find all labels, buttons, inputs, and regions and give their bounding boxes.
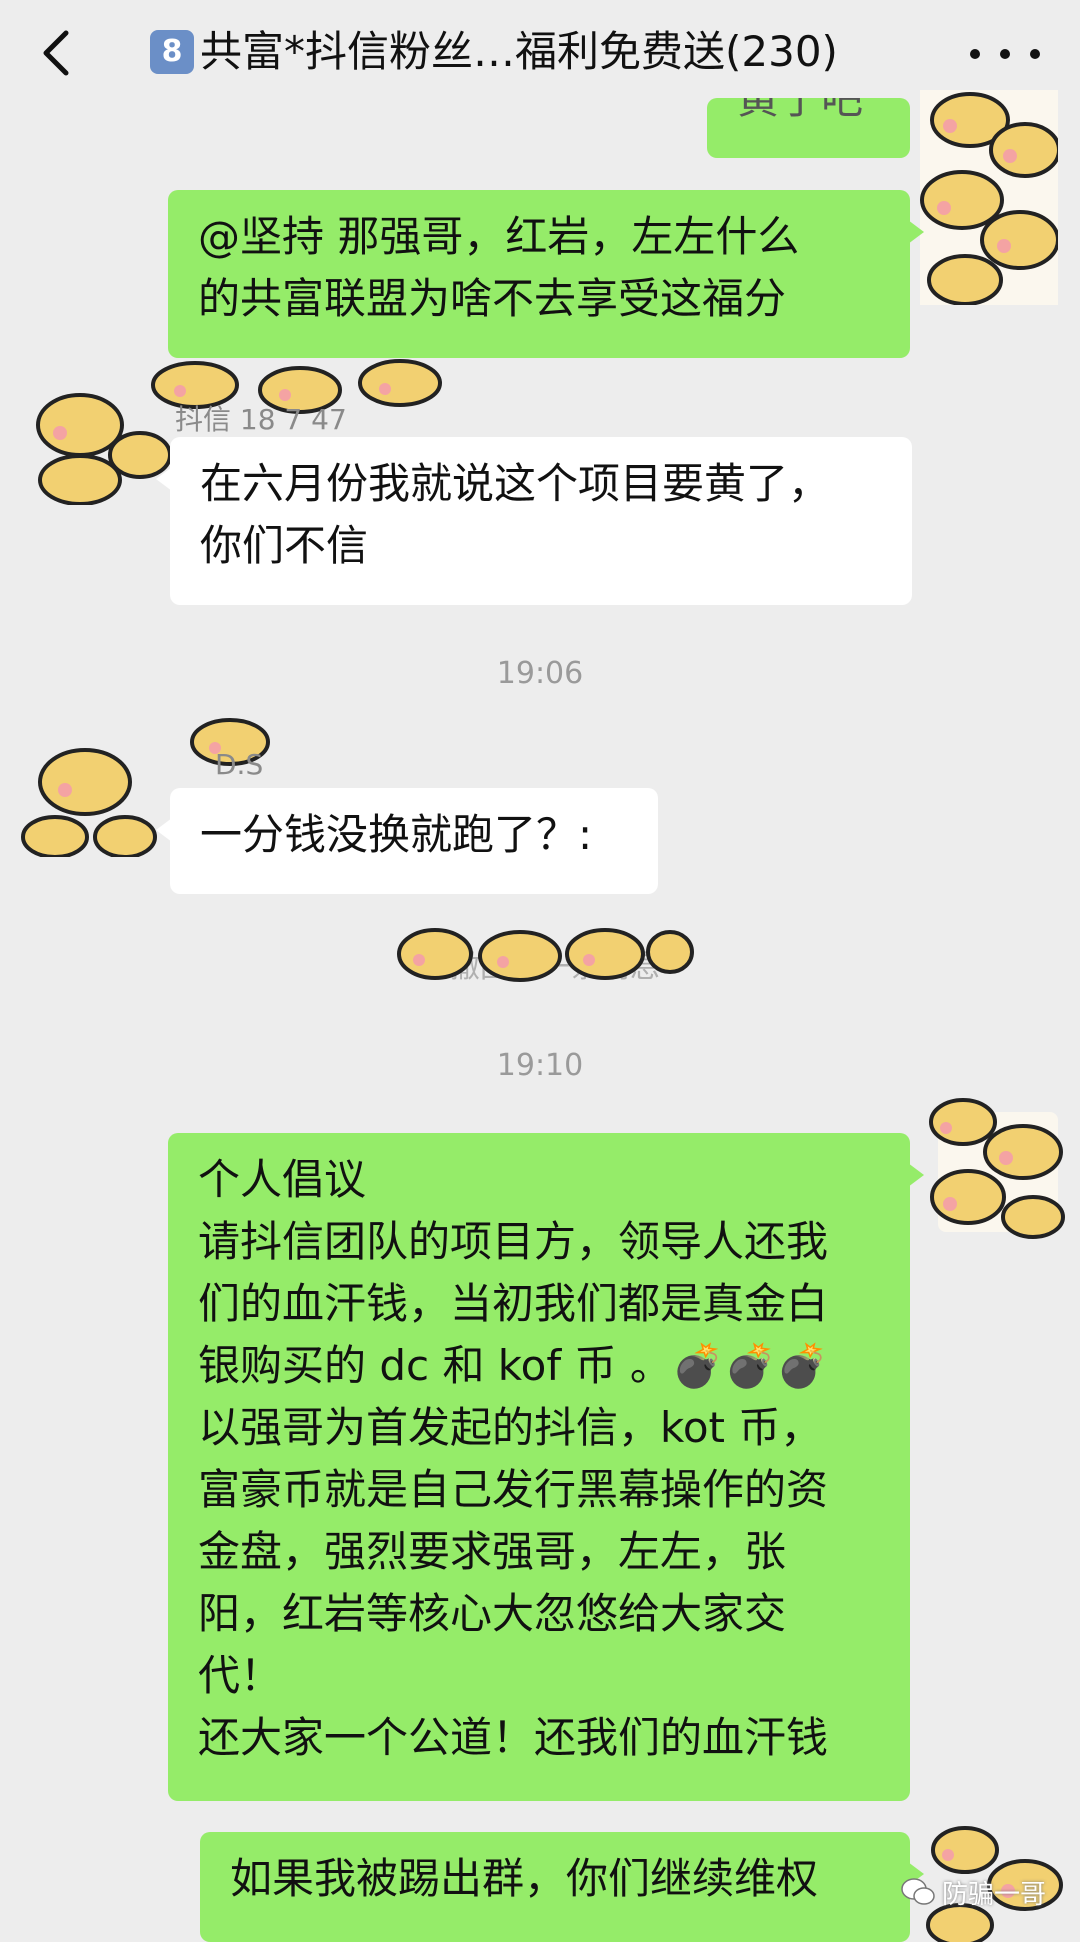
avatar-sticker — [920, 90, 1058, 305]
avatar-sticker — [918, 1092, 1068, 1242]
chat-title-text: 共富*抖信粉丝…福利免费送(230) — [200, 27, 838, 76]
timestamp: 19:06 — [496, 656, 584, 691]
bomb-emoji-icon: 💣💣💣 — [671, 1341, 829, 1390]
message-bubble-sent[interactable]: 个人倡议 请抖信团队的项目方，领导人还我 们的血汗钱，当初我们都是真金白 银购买… — [168, 1133, 924, 1801]
dot-icon — [970, 49, 980, 59]
timestamp: 19:10 — [496, 1048, 584, 1083]
back-button[interactable] — [30, 28, 80, 78]
message-bubble-received[interactable]: 在六月份我就说这个项目要黄了， 你们不信 — [156, 437, 912, 605]
sender-name: 抖信 18 7 47 — [175, 403, 347, 436]
message-line-text: 银购买的 dc 和 kof 币 。 — [198, 1341, 672, 1390]
message-bubble-sent[interactable]: 如果我被踢出群，你们继续维权 — [200, 1832, 924, 1942]
message-line: 个人倡议 — [198, 1155, 367, 1204]
message-line: 以强哥为首发起的抖信，kot 币， — [198, 1403, 823, 1452]
message-line: 还大家一个公道！还我们的血汗钱 — [198, 1713, 829, 1762]
message-bubble-sent[interactable]: 黄了吧 — [707, 98, 910, 158]
sender-name: D.S — [215, 748, 264, 781]
wechat-icon — [901, 1878, 935, 1905]
cartoon-face-icon — [397, 928, 694, 982]
message-bubble-sent[interactable]: @坚持 那强哥，红岩，左左什么 的共富联盟为啥不去享受这福分 — [168, 190, 924, 358]
message-line: 的共富联盟为啥不去享受这福分 — [198, 274, 787, 323]
message-line: 金盘，强烈要求强哥，左左，张 — [198, 1527, 787, 1576]
message-line: 代！ — [198, 1651, 283, 1700]
chat-header: 8 共富*抖信粉丝…福利免费送(230) — [0, 0, 1080, 108]
watermark: 防骗一哥 — [900, 1870, 1050, 1914]
message-bubble-received[interactable]: 一分钱没换就跑了？: — [156, 788, 658, 894]
message-line: @坚持 那强哥，红岩，左左什么 — [198, 212, 800, 261]
cartoon-face-icon — [929, 1098, 1065, 1239]
chat-title: 8 共富*抖信粉丝…福利免费送(230) — [150, 22, 930, 82]
message-text: 如果我被踢出群，你们继续维权 — [230, 1854, 819, 1903]
message-line: 阳，红岩等核心大忽悠给大家交 — [198, 1589, 787, 1638]
dot-icon — [1030, 49, 1040, 59]
message-text: 一分钱没换就跑了？: — [200, 810, 593, 859]
chevron-left-icon — [43, 30, 69, 76]
message-line: 富豪币就是自己发行黑幕操作的资 — [198, 1465, 829, 1514]
avatar-sticker — [395, 922, 695, 984]
dot-icon — [1000, 49, 1010, 59]
group-number-badge: 8 — [150, 30, 194, 74]
message-text: 黄了吧 — [737, 98, 864, 123]
message-line: 请抖信团队的项目方，领导人还我 — [198, 1217, 829, 1266]
cartoon-face-icon — [920, 90, 1058, 305]
message-line: 们的血汗钱，当初我们都是真金白 — [198, 1279, 829, 1328]
watermark-text: 防骗一哥 — [942, 1879, 1047, 1910]
more-options-button[interactable] — [970, 36, 1040, 72]
message-line: 在六月份我就说这个项目要黄了， — [200, 459, 831, 508]
message-line: 你们不信 — [200, 521, 369, 570]
message-line: 银购买的 dc 和 kof 币 。💣💣💣 — [198, 1335, 880, 1397]
